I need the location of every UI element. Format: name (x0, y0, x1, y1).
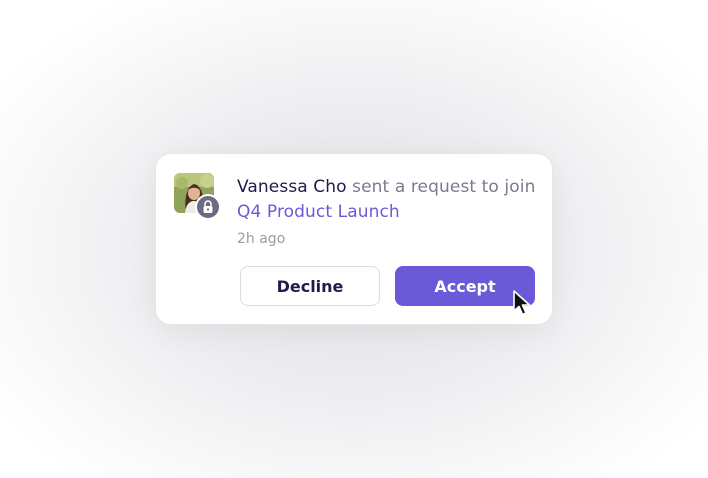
action-text: sent a request to join (346, 177, 536, 197)
sender-name[interactable]: Vanessa Cho (237, 177, 347, 197)
project-link[interactable]: Q4 Product Launch (237, 202, 400, 222)
timestamp: 2h ago (237, 231, 286, 247)
pointer-cursor-icon (513, 290, 531, 316)
avatar-group (174, 173, 221, 220)
join-request-notification: Vanessa Cho sent a request to join Q4 Pr… (155, 153, 553, 325)
lock-badge (195, 194, 221, 220)
notification-message: Vanessa Cho sent a request to join Q4 Pr… (237, 175, 537, 225)
lock-icon (203, 200, 213, 213)
decline-button[interactable]: Decline (240, 266, 380, 306)
